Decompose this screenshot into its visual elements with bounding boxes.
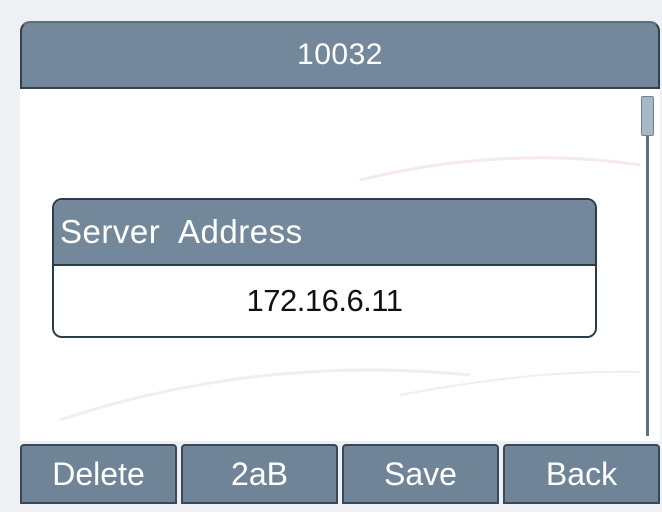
scrollbar[interactable] xyxy=(639,96,655,436)
field-label: Server Address xyxy=(60,213,303,250)
back-button[interactable]: Back xyxy=(503,444,660,504)
softkey-bar: Delete 2aB Save Back xyxy=(20,444,660,504)
input-mode-button-label: 2aB xyxy=(231,455,288,492)
save-button-label: Save xyxy=(384,455,457,492)
title-bar: 10032 xyxy=(20,21,660,89)
delete-button-label: Delete xyxy=(52,455,145,492)
scroll-track xyxy=(646,96,649,436)
input-mode-button[interactable]: 2aB xyxy=(181,444,338,504)
field-value: 172.16.6.11 xyxy=(246,283,403,318)
server-address-field[interactable]: Server Address 172.16.6.11 xyxy=(52,198,597,338)
field-label-bar: Server Address xyxy=(54,200,595,266)
scroll-thumb[interactable] xyxy=(641,96,654,136)
delete-button[interactable]: Delete xyxy=(20,444,177,504)
server-address-input[interactable]: 172.16.6.11 xyxy=(54,266,595,336)
back-button-label: Back xyxy=(545,455,618,492)
page-title: 10032 xyxy=(297,38,383,71)
phone-screen: 10032 Server Address 172.16.6.11 Delete … xyxy=(0,0,662,512)
save-button[interactable]: Save xyxy=(342,444,499,504)
